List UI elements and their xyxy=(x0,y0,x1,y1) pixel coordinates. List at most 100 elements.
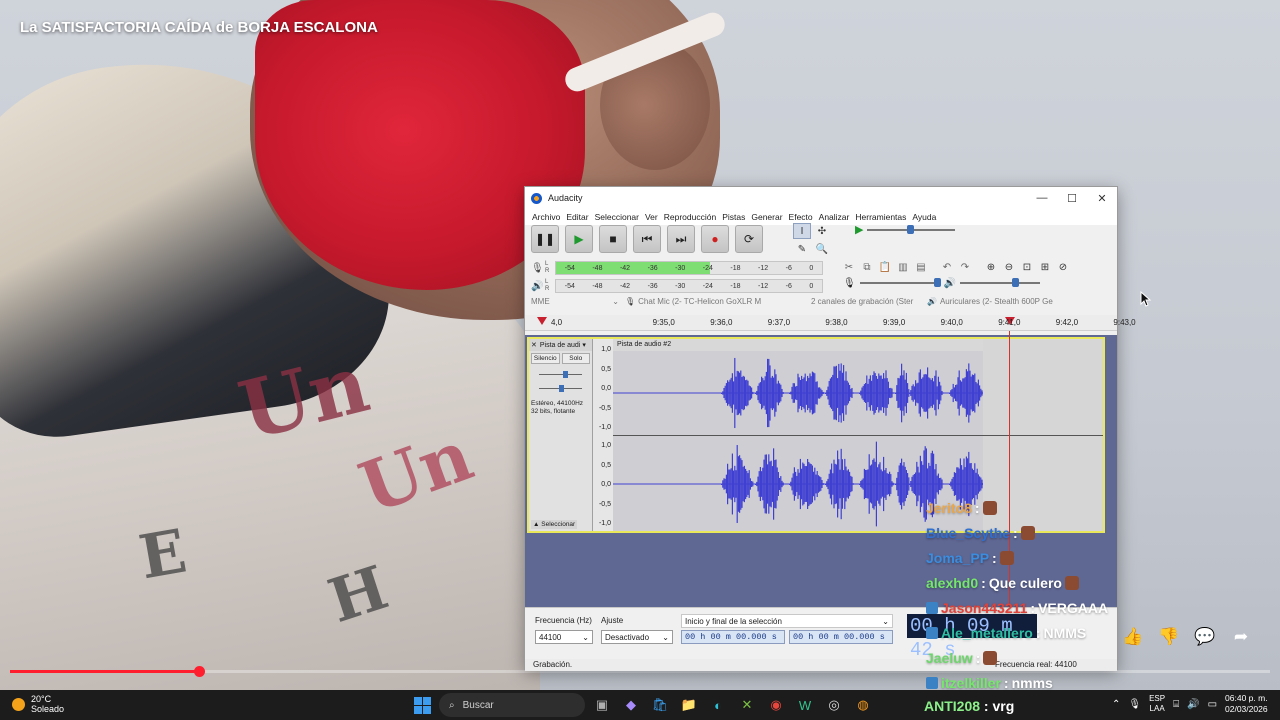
taskbar-search[interactable]: ⌕ Buscar xyxy=(439,693,585,717)
menu-efecto[interactable]: Efecto xyxy=(786,212,816,222)
redo-icon[interactable]: ↷ xyxy=(957,259,973,275)
streamlabs-app-icon[interactable]: W xyxy=(793,693,817,717)
start-button[interactable] xyxy=(410,693,434,717)
edge-app-icon[interactable]: ◐ xyxy=(706,693,730,717)
trim-icon[interactable]: ▥ xyxy=(895,259,911,275)
undo-icon[interactable]: ↶ xyxy=(939,259,955,275)
menu-ayuda[interactable]: Ayuda xyxy=(909,212,939,222)
skip-end-button[interactable]: ⏭ xyxy=(667,225,695,253)
vertical-scale[interactable]: 1,0 0,5 0,0 -0,5 -1,0 1,0 0,5 0,0 -0,5 -1,0 xyxy=(593,339,613,531)
play-region-marker[interactable] xyxy=(537,317,547,325)
selection-start-field[interactable]: 00 h 00 m 00.000 s xyxy=(681,630,785,644)
playback-meter[interactable]: -54 -48 -42 -36 -30 -24 -18 -12 -6 0 xyxy=(555,279,823,293)
waveform-sample xyxy=(846,380,848,406)
skip-start-button[interactable]: ⏮ xyxy=(633,225,661,253)
waveform-sample xyxy=(911,385,913,401)
chat-emote-icon xyxy=(982,500,997,515)
selection-end-field[interactable]: 00 h 00 m 00.000 s xyxy=(789,630,893,644)
menu-pistas[interactable]: Pistas xyxy=(719,212,748,222)
zoom-toggle-icon[interactable]: ⊘ xyxy=(1055,259,1071,275)
mute-button[interactable]: Silencio xyxy=(531,353,560,364)
maximize-button[interactable]: ☐ xyxy=(1057,187,1087,209)
solo-button[interactable]: Solo xyxy=(561,353,590,364)
microphone-tray-icon[interactable]: 🎙 xyxy=(1128,699,1141,710)
envelope-tool-icon[interactable]: ✣ xyxy=(813,223,831,239)
recording-volume-slider[interactable] xyxy=(859,277,941,289)
zoom-tool-icon[interactable]: 🔍 xyxy=(813,241,831,257)
menu-analizar[interactable]: Analizar xyxy=(816,212,853,222)
comments-button[interactable]: 💬 xyxy=(1188,620,1222,654)
track-pan-slider[interactable] xyxy=(535,382,586,394)
waveform-sample xyxy=(763,380,765,406)
store-app-icon[interactable]: 🛍 xyxy=(648,693,672,717)
recording-channels-select[interactable]: 2 canales de grabación (Ster xyxy=(811,297,921,306)
clock[interactable]: 06:40 p. m. 02/03/2026 xyxy=(1225,693,1268,715)
speaker-icon[interactable]: 🔊 xyxy=(531,281,545,292)
track-bitdepth-info: 32 bits, flotante xyxy=(531,408,576,415)
timeline-ruler[interactable]: 4,0 9:35,0 9:36,0 9:37,0 9:38,0 9:39,0 9:40,0 9… xyxy=(525,315,1136,331)
record-button[interactable]: ● xyxy=(701,225,729,253)
chrome-app-icon[interactable]: ◉ xyxy=(764,693,788,717)
menu-reproducción[interactable]: Reproducción xyxy=(661,212,719,222)
silence-icon[interactable]: ▤ xyxy=(913,259,929,275)
loop-button[interactable]: ⟳ xyxy=(735,225,763,253)
audacity-titlebar[interactable]: Audacity — ☐ ✕ xyxy=(525,187,1117,209)
zoom-fit-icon[interactable]: ⊞ xyxy=(1037,259,1053,275)
selection-tool-icon[interactable]: I xyxy=(793,223,811,239)
waveform-sample xyxy=(767,358,769,428)
project-rate-select[interactable]: 44100 ⌄ xyxy=(535,630,593,644)
minimize-button[interactable]: — xyxy=(1027,187,1057,209)
menu-ver[interactable]: Ver xyxy=(642,212,661,222)
cut-icon[interactable]: ✂ xyxy=(841,259,857,275)
waveform-sample xyxy=(917,382,919,404)
waveform-sample xyxy=(973,375,975,411)
zoom-selection-icon[interactable]: ⊡ xyxy=(1019,259,1035,275)
close-button[interactable]: ✕ xyxy=(1087,187,1117,209)
waveform-sample xyxy=(905,372,907,414)
weather-widget[interactable]: 20°C Soleado xyxy=(12,694,64,714)
volume-icon[interactable]: 🔊 xyxy=(1187,699,1199,710)
zoom-out-icon[interactable]: ⊖ xyxy=(1001,259,1017,275)
waveform-sample xyxy=(746,470,748,498)
menu-archivo[interactable]: Archivo xyxy=(529,212,563,222)
playback-speed-slider[interactable] xyxy=(867,224,956,236)
audio-host-select[interactable]: MME ⌄ xyxy=(531,297,619,306)
menu-generar[interactable]: Generar xyxy=(748,212,785,222)
menu-editar[interactable]: Editar xyxy=(563,212,591,222)
track-gain-slider[interactable] xyxy=(535,368,586,380)
draw-tool-icon[interactable]: ✎ xyxy=(793,241,811,257)
github-app-icon[interactable]: ◎ xyxy=(822,693,846,717)
select-track-button[interactable]: ▲ Seleccionar xyxy=(531,520,578,529)
playback-volume-slider[interactable] xyxy=(960,277,1041,289)
language-indicator[interactable]: ESP LAA xyxy=(1149,694,1165,714)
files-app-icon[interactable]: ▣ xyxy=(590,693,614,717)
clip-name[interactable]: Pista de audio #2 xyxy=(613,339,983,351)
recording-device-select[interactable]: 🎙 Chat Mic (2- TC-Helicon GoXLR M xyxy=(625,297,805,306)
paste-icon[interactable]: 📋 xyxy=(877,259,893,275)
copy-icon[interactable]: ⧉ xyxy=(859,259,875,275)
track-name-menu[interactable]: ✕ Pista de audi ▾ xyxy=(529,339,592,351)
play-at-speed-icon[interactable]: ▶ xyxy=(855,223,863,236)
snap-select[interactable]: Desactivado ⌄ xyxy=(601,630,673,644)
menu-seleccionar[interactable]: Seleccionar xyxy=(592,212,642,222)
menu-herramientas[interactable]: Herramientas xyxy=(852,212,909,222)
network-icon[interactable]: ⌸ xyxy=(1173,699,1179,710)
recording-meter[interactable]: -54 -48 -42 -36 -30 -24 -18 -12 -6 0 xyxy=(555,261,823,275)
battery-icon[interactable]: ▭ xyxy=(1208,699,1217,710)
close-track-icon[interactable]: ✕ xyxy=(531,341,537,349)
microphone-icon[interactable]: 🎙 xyxy=(531,263,545,274)
audacity-app-icon[interactable]: ◍ xyxy=(851,693,875,717)
tray-overflow-icon[interactable]: ⌃ xyxy=(1112,699,1120,710)
explorer-app-icon[interactable]: 📁 xyxy=(677,693,701,717)
playback-device-select[interactable]: 🔊 Auriculares (2- Stealth 600P Ge xyxy=(927,297,1107,306)
selection-mode-select[interactable]: Inicio y final de la selección ⌄ xyxy=(681,614,893,628)
waveform-sample xyxy=(826,390,828,396)
stop-button[interactable]: ■ xyxy=(599,225,627,253)
video-progress-thumb[interactable] xyxy=(194,666,205,677)
copilot-app-icon[interactable]: ◆ xyxy=(619,693,643,717)
play-button[interactable]: ▶ xyxy=(565,225,593,253)
pause-button[interactable]: ❚❚ xyxy=(531,225,559,253)
zoom-in-icon[interactable]: ⊕ xyxy=(983,259,999,275)
share-button[interactable]: ➦ xyxy=(1224,620,1258,654)
terminal-app-icon[interactable]: ✕ xyxy=(735,693,759,717)
